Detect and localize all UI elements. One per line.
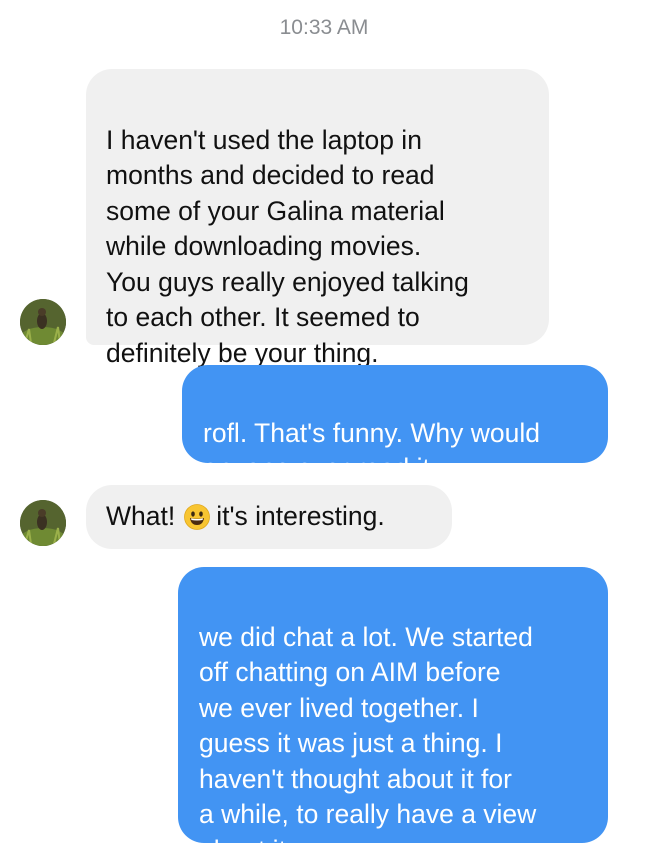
incoming-message-bubble[interactable]: What! it's interesting. [86, 485, 452, 549]
contact-avatar[interactable] [20, 500, 66, 546]
message-text: we did chat a lot. We started off chatti… [199, 621, 537, 865]
contact-photo-icon [20, 299, 66, 345]
grinning-face-emoji-icon [184, 504, 211, 530]
message-text: it's interesting. [216, 501, 385, 531]
message-text: rofl. That's funny. Why would anyone eve… [203, 417, 540, 484]
contact-avatar[interactable] [20, 299, 66, 345]
incoming-message-bubble[interactable]: I haven't used the laptop in months and … [86, 69, 549, 368]
message-text: What! [106, 501, 176, 531]
message-text: I haven't used the laptop in months and … [106, 124, 469, 368]
outgoing-message-bubble[interactable]: rofl. That's funny. Why would anyone eve… [182, 365, 608, 483]
contact-photo-icon [20, 500, 66, 546]
outgoing-message-bubble[interactable]: we did chat a lot. We started off chatti… [178, 567, 608, 865]
message-timestamp: 10:33 AM [279, 16, 369, 39]
